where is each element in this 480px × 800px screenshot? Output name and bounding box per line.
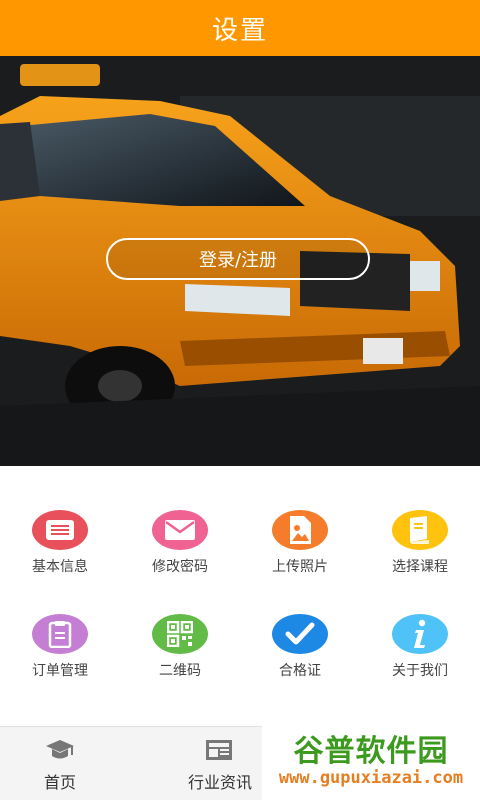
- envelope-icon: [152, 510, 208, 550]
- menu-item-order-management[interactable]: 订单管理: [0, 570, 120, 680]
- watermark-main-text: 谷普软件园: [293, 734, 449, 769]
- menu-item-select-course[interactable]: 选择课程: [360, 466, 480, 576]
- tab-label: 首页: [43, 773, 76, 792]
- menu-item-upload-photo[interactable]: 上传照片: [240, 466, 360, 576]
- menu-item-certificate[interactable]: 合格证: [240, 570, 360, 680]
- photo-icon: [272, 510, 328, 550]
- info-icon: [392, 614, 448, 654]
- newspaper-icon: [205, 739, 235, 765]
- checkmark-icon: [272, 614, 328, 654]
- clipboard-icon: [32, 614, 88, 654]
- menu-grid: 基本信息 修改密码 上传照片 选择课程 订单管理 二维码 合格证 关于我们: [0, 466, 480, 726]
- id-card-icon: [32, 510, 88, 550]
- menu-item-basic-info[interactable]: 基本信息: [0, 466, 120, 576]
- login-register-button[interactable]: 登录/注册: [106, 238, 370, 280]
- menu-item-change-password[interactable]: 修改密码: [120, 466, 240, 576]
- tab-label: 行业资讯: [187, 773, 252, 792]
- menu-item-label: 关于我们: [392, 663, 448, 679]
- watermark-logo: 谷普软件园 www.gupuxiazai.com: [262, 722, 480, 800]
- menu-item-label: 订单管理: [32, 663, 88, 679]
- hero-banner: 登录/注册: [0, 56, 480, 466]
- menu-item-label: 二维码: [159, 663, 201, 679]
- graduation-cap-icon: [45, 739, 75, 765]
- menu-item-label: 合格证: [279, 663, 321, 679]
- page-header: 设置: [0, 0, 480, 56]
- menu-item-about-us[interactable]: 关于我们: [360, 570, 480, 680]
- book-icon: [392, 510, 448, 550]
- qr-code-icon: [152, 614, 208, 654]
- page-title: 设置: [211, 15, 268, 46]
- watermark-url-text: www.gupuxiazai.com: [278, 768, 464, 788]
- menu-item-qr-code[interactable]: 二维码: [120, 570, 240, 680]
- tab-home[interactable]: 首页: [0, 727, 120, 800]
- login-register-label: 登录/注册: [198, 250, 278, 271]
